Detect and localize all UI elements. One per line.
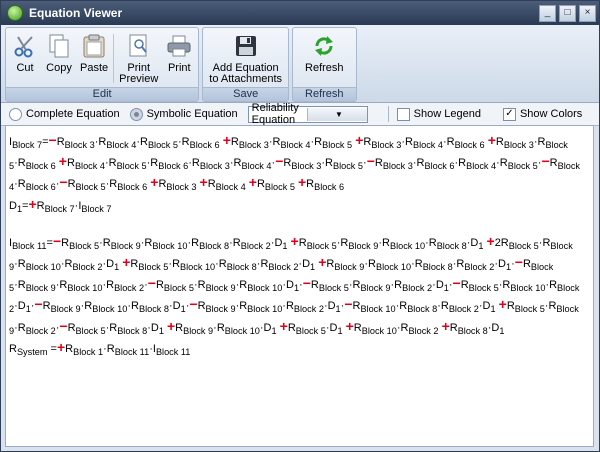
window-title: Equation Viewer (29, 6, 123, 20)
print-button[interactable]: Print (162, 30, 196, 87)
print-label: Print (167, 62, 191, 74)
add-equation-to-attachments-button[interactable]: Add Equation to Attachments (205, 30, 286, 87)
ribbon-group-refresh-label: Refresh (293, 87, 356, 101)
copy-icon (46, 33, 72, 59)
paste-label: Paste (80, 62, 109, 74)
show-colors-box[interactable]: ✓ (502, 107, 516, 121)
print-preview-button[interactable]: Print Preview (115, 30, 162, 87)
equation-display[interactable]: IBlock 7=−RBlock 3·RBlock 4·RBlock 5·RBl… (5, 125, 594, 447)
complete-equation-radio-dot[interactable] (9, 107, 22, 121)
minimize-button[interactable]: _ (539, 4, 556, 22)
equation-viewer-window: Equation Viewer _ □ × Cut Copy Paste Pri… (0, 0, 600, 452)
symbolic-equation-radio[interactable]: Symbolic Equation (129, 107, 238, 121)
maximize-icon: □ (564, 7, 571, 18)
symbolic-equation-label: Symbolic Equation (146, 108, 238, 120)
equation-type-value: Reliability Equation (251, 102, 299, 126)
paste-icon (81, 33, 107, 59)
ribbon-group-edit: Cut Copy Paste Print Preview Print Edit (5, 27, 200, 102)
complete-equation-radio[interactable]: Complete Equation (9, 107, 120, 121)
minimize-icon: _ (544, 7, 551, 18)
equation-line: IBlock 7=−RBlock 3·RBlock 4·RBlock 5·RBl… (9, 132, 580, 193)
maximize-button[interactable]: □ (559, 4, 576, 22)
ribbon-group-save: Add Equation to Attachments Save (202, 27, 290, 102)
scissors-icon (12, 33, 38, 59)
print-preview-icon (126, 33, 152, 59)
title-bar[interactable]: Equation Viewer _ □ × (1, 1, 599, 25)
show-legend-checkbox[interactable]: Show Legend (396, 107, 481, 121)
ribbon-group-edit-label: Edit (6, 87, 199, 101)
complete-equation-label: Complete Equation (26, 108, 120, 120)
refresh-icon (311, 33, 337, 59)
cut-button[interactable]: Cut (8, 30, 42, 87)
equation-type-select[interactable]: Reliability Equation ▼ (247, 102, 368, 126)
equation-line: RSystem =+RBlock 1·RBlock 11·IBlock 11 (9, 338, 191, 357)
options-bar: Complete Equation Symbolic Equation Reli… (1, 102, 599, 126)
close-button[interactable]: × (579, 4, 596, 22)
equation-line: D1=+RBlock 7·IBlock 7 (9, 195, 112, 214)
print-preview-label: Print Preview (119, 62, 159, 85)
ribbon-group-refresh: Refresh Refresh (292, 27, 357, 102)
chevron-down-icon[interactable]: ▼ (307, 107, 367, 121)
floppy-disk-icon (233, 33, 259, 59)
printer-icon (166, 33, 192, 59)
refresh-label: Refresh (305, 62, 344, 74)
equation-line: IBlock 11=−RBlock 5·RBlock 9·RBlock 10·R… (9, 232, 580, 336)
cut-label: Cut (16, 62, 34, 74)
add-equation-label: Add Equation to Attachments (209, 62, 283, 85)
show-legend-label: Show Legend (413, 108, 481, 120)
close-icon: × (584, 7, 591, 18)
symbolic-equation-radio-dot[interactable] (129, 107, 143, 121)
ribbon-group-save-label: Save (203, 87, 289, 101)
show-legend-box[interactable] (396, 107, 410, 121)
app-icon (7, 5, 23, 21)
show-colors-label: Show Colors (519, 108, 583, 120)
copy-button[interactable]: Copy (42, 30, 76, 87)
show-colors-checkbox[interactable]: ✓ Show Colors (502, 107, 583, 121)
copy-label: Copy (46, 62, 72, 74)
ribbon: Cut Copy Paste Print Preview Print Edit … (1, 25, 599, 103)
refresh-button[interactable]: Refresh (295, 30, 354, 87)
paste-button[interactable]: Paste (76, 30, 112, 87)
